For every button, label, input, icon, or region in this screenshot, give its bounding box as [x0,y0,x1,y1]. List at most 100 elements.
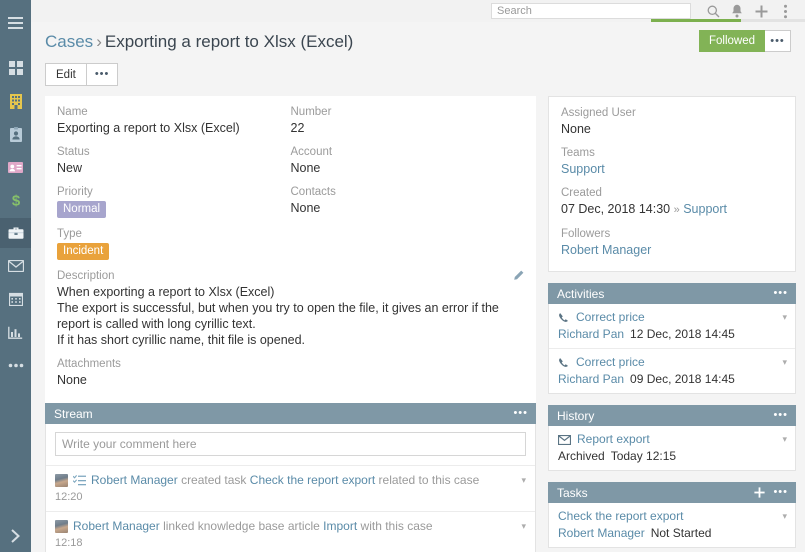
grid-icon [8,61,23,75]
task-assignee-link[interactable]: Robert Manager [558,526,645,540]
field-value: None [290,201,321,215]
field-label: Assigned User [561,107,636,119]
tasks-body: Check the report export Robert Manager No… [548,503,796,548]
contact-card-icon [9,126,22,142]
building-icon [9,93,22,109]
activity-row: Correct price [558,355,786,370]
post-action-before: linked knowledge base article [163,519,320,533]
stream-body: Robert Manager created task Check the re… [45,424,536,552]
task-meta: Robert Manager Not Started [558,525,786,541]
post-content: Robert Manager linked knowledge base art… [55,519,526,534]
history-title: History [557,408,595,423]
main-area: Cases›Exporting a report to Xlsx (Excel)… [31,0,805,552]
sidebar-item-dashboard[interactable] [0,53,31,83]
side-field-created: Created 07 Dec, 2018 14:30 » Support [561,186,783,218]
search-icon [707,5,719,17]
breadcrumb: Cases › Exporting a report to Xlsx (Excel) [45,31,791,53]
task-title-link[interactable]: Check the report export [558,509,683,524]
followed-button[interactable]: Followed [698,30,765,52]
created-source-link[interactable]: Support [683,202,727,216]
sidebar-item-contacts[interactable] [0,119,31,149]
tasks-header: Tasks ••• [548,482,796,503]
field-status: Status New [57,145,291,176]
add-task-button[interactable] [754,487,766,498]
sidebar-item-accounts[interactable] [0,86,31,116]
field-column-left: Name Exporting a report to Xlsx (Excel) … [57,105,291,269]
post-action-after: with this case [360,519,433,533]
post-author-link[interactable]: Robert Manager [73,519,160,533]
avatar [55,474,68,487]
field-value: New [57,161,83,175]
sidebar-item-opportunities[interactable]: $ [0,185,31,215]
post-entity-link[interactable]: Check the report export [250,473,375,487]
right-column: Assigned User None Teams Support Created… [548,96,796,552]
tasks-menu-button[interactable]: ••• [773,487,788,498]
stream-panel: Stream ••• Robert Manager created [45,403,536,552]
activity-title-link[interactable]: Correct price [576,355,645,370]
post-text: Robert Manager created task Check the re… [91,473,479,488]
task-row: Check the report export [558,509,786,524]
edit-button[interactable]: Edit [45,63,87,86]
kebab-icon [783,4,787,18]
comment-input[interactable] [55,432,526,456]
field-label: Created [561,187,602,199]
follow-menu-button[interactable]: ••• [765,30,791,52]
field-label: Name [57,106,88,118]
activity-menu-button[interactable]: ▾ [782,312,787,323]
stream-menu-button[interactable]: ••• [513,408,528,419]
field-value: Exporting a report to Xlsx (Excel) [57,121,240,135]
history-menu-button[interactable]: ••• [773,410,788,421]
field-description: Description When exporting a report to X… [57,269,524,348]
edit-description-button[interactable] [513,270,524,284]
sidebar-item-cases[interactable] [0,218,31,248]
side-field-teams: Teams Support [561,146,783,177]
activity-meta: Richard Pan 12 Dec, 2018 14:45 [558,326,786,342]
ellipsis-icon: ••• [770,34,785,47]
activities-title: Activities [557,286,605,301]
field-label: Contacts [290,186,336,198]
activity-person-link[interactable]: Richard Pan [558,372,624,386]
field-number: Number 22 [291,105,525,136]
post-menu-button[interactable]: ▾ [521,521,526,532]
comment-area [46,424,535,465]
sidebar-item-calendar[interactable] [0,284,31,314]
field-value-link[interactable]: Robert Manager [561,242,783,258]
dollar-icon: $ [11,193,20,209]
activities-menu-button[interactable]: ••• [773,288,788,299]
field-value-link[interactable]: Support [561,161,783,177]
side-field-assigned-user: Assigned User None [561,106,783,137]
activity-menu-button[interactable]: ▾ [782,357,787,368]
breadcrumb-root-link[interactable]: Cases [45,32,93,51]
search-input[interactable] [497,5,685,17]
activity-row: Correct price [558,310,786,325]
sidebar-item-more[interactable] [0,350,31,380]
description-line: When exporting a report to Xlsx (Excel) [57,285,275,299]
tasks-panel: Tasks ••• Check the report export Robert… [548,482,796,548]
field-value: 07 Dec, 2018 14:30 » Support [561,201,783,218]
task-menu-button[interactable]: ▾ [782,511,787,522]
history-title-link[interactable]: Report export [577,432,650,447]
activity-title-link[interactable]: Correct price [576,310,645,325]
history-menu-button[interactable]: ▾ [782,434,787,445]
top-bar [31,0,805,22]
field-value: None [561,122,591,136]
post-action-before: created task [181,473,247,487]
sidebar-item-email[interactable] [0,251,31,281]
activity-person-link[interactable]: Richard Pan [558,327,624,341]
search-box[interactable] [491,3,691,19]
sidebar-expand-button[interactable] [0,520,31,552]
field-label: Followers [561,228,611,240]
post-menu-button[interactable]: ▾ [521,475,526,486]
post-entity-link[interactable]: Import [323,519,357,533]
ellipsis-icon: ••• [773,287,788,299]
menu-toggle[interactable] [0,8,31,38]
history-date: Today 12:15 [610,449,677,463]
sidebar-item-leads[interactable] [0,152,31,182]
record-menu-button[interactable]: ••• [86,63,119,86]
post-author-link[interactable]: Robert Manager [91,473,178,487]
field-label: Account [290,146,333,158]
action-buttons: Edit ••• [31,53,805,86]
activities-panel: Activities ••• Correct price Richard Pan… [548,283,796,394]
sidebar-item-reports[interactable] [0,317,31,347]
history-meta: Archived Today 12:15 [558,448,786,464]
